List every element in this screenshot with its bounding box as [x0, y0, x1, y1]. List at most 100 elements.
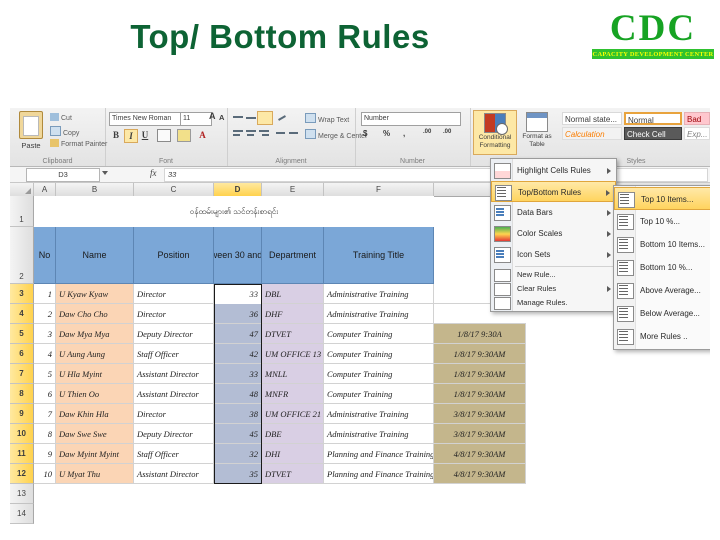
cell-age-r12[interactable]: 35 [214, 464, 262, 484]
cell-no-r9[interactable]: 7 [34, 404, 56, 424]
cf-menu-item-data-bars[interactable]: Data Bars [491, 202, 616, 223]
cell-no-r5[interactable]: 3 [34, 324, 56, 344]
cell-styles-gallery[interactable]: Normal state... Normal Bad Calculation C… [562, 110, 710, 154]
select-all-corner[interactable] [10, 183, 34, 196]
cell-age-r8[interactable]: 48 [214, 384, 262, 404]
cell-name-r3[interactable]: U Kyaw Kyaw [56, 284, 134, 304]
cell-name-r10[interactable]: Daw Swe Swe [56, 424, 134, 444]
decrease-indent-button[interactable] [275, 128, 287, 138]
cell-age-r6[interactable]: 42 [214, 344, 262, 364]
cell-name-r12[interactable]: U Myat Thu [56, 464, 134, 484]
cell-age-r11[interactable]: 32 [214, 444, 262, 464]
cell-position-r3[interactable]: Director [134, 284, 214, 304]
cell-department-r4[interactable]: DHF [262, 304, 324, 324]
cell-age-r4[interactable]: 36 [214, 304, 262, 324]
cell-position-r10[interactable]: Deputy Director [134, 424, 214, 444]
cell-training-title-r6[interactable]: Computer Training [324, 344, 434, 364]
cell-name-r9[interactable]: Daw Khin Hla [56, 404, 134, 424]
row-header-5[interactable]: 5 [10, 324, 34, 344]
cell-training-title-r12[interactable]: Planning and Finance Training [324, 464, 434, 484]
paste-button[interactable]: Paste [14, 111, 48, 151]
cf-submenu-item-above-average-[interactable]: Above Average... [614, 279, 710, 302]
decrease-decimal-button[interactable]: .00 [443, 129, 451, 135]
column-header-f[interactable]: F [324, 183, 434, 196]
cf-menu-item-highlight-cells-rules[interactable]: Highlight Cells Rules [491, 160, 616, 181]
column-title-name[interactable]: Name [56, 227, 134, 284]
cell-date-r6[interactable]: 1/8/17 9:30AM [434, 344, 526, 364]
grow-font-button[interactable]: A [209, 111, 216, 121]
row-header-10[interactable]: 10 [10, 424, 34, 444]
cell-department-r5[interactable]: DTVET [262, 324, 324, 344]
cell-date-r12[interactable]: 4/8/17 9:30AM [434, 464, 526, 484]
borders-icon[interactable] [157, 129, 171, 142]
cell-name-r6[interactable]: U Aung Aung [56, 344, 134, 364]
cell-position-r6[interactable]: Staff Officer [134, 344, 214, 364]
cf-submenu-item-top-10-items-[interactable]: Top 10 Items... [614, 187, 710, 210]
cell-date-r9[interactable]: 3/8/17 9:30AM [434, 404, 526, 424]
cell-name-r7[interactable]: U Hla Myint [56, 364, 134, 384]
cell-date-r5[interactable]: 1/8/17 9:30A [434, 324, 526, 344]
cell-name-r4[interactable]: Daw Cho Cho [56, 304, 134, 324]
cell-date-r7[interactable]: 1/8/17 9:30AM [434, 364, 526, 384]
cell-training-title-r10[interactable]: Administrative Training [324, 424, 434, 444]
fill-color-icon[interactable] [177, 129, 191, 142]
sheet-title-cell[interactable]: ဝန်ထမ်းများ၏ သင်တန်းစာရင်း [34, 196, 434, 228]
style-bad[interactable]: Bad [684, 112, 710, 125]
row-header-4[interactable]: 4 [10, 304, 34, 324]
style-normal-state[interactable]: Normal state... [562, 112, 622, 125]
cf-submenu-item-more-rules-[interactable]: More Rules .. [614, 325, 710, 348]
cell-date-r8[interactable]: 1/8/17 9:30AM [434, 384, 526, 404]
cf-menu-item-new-rule-[interactable]: New Rule... [491, 268, 616, 282]
cf-menu-item-icon-sets[interactable]: Icon Sets [491, 244, 616, 265]
row-header-6[interactable]: 6 [10, 344, 34, 364]
column-title-training-title[interactable]: Training Title [324, 227, 434, 284]
number-format-select[interactable]: Number [361, 112, 461, 126]
cell-age-r7[interactable]: 33 [214, 364, 262, 384]
column-header-e[interactable]: E [262, 183, 324, 196]
increase-indent-button[interactable] [288, 128, 300, 138]
shrink-font-button[interactable]: A [219, 113, 224, 122]
cell-department-r3[interactable]: DBL [262, 284, 324, 304]
cell-department-r7[interactable]: MNLL [262, 364, 324, 384]
cell-name-r8[interactable]: U Thien Oo [56, 384, 134, 404]
cf-submenu-item-bottom-10-items-[interactable]: Bottom 10 Items... [614, 233, 710, 256]
row-header-12[interactable]: 12 [10, 464, 34, 484]
cell-position-r7[interactable]: Assistant Director [134, 364, 214, 384]
cell-training-title-r4[interactable]: Administrative Training [324, 304, 434, 324]
percent-button[interactable]: % [383, 129, 390, 138]
cf-submenu-item-top-10-[interactable]: Top 10 %... [614, 210, 710, 233]
cell-name-r11[interactable]: Daw Myint Myint [56, 444, 134, 464]
wrap-text-button[interactable]: Wrap Text [305, 113, 349, 124]
format-as-table-button[interactable]: Format as Table [518, 110, 556, 153]
cell-date-r10[interactable]: 3/8/17 9:30AM [434, 424, 526, 444]
cf-menu-item-manage-rules-[interactable]: Manage Rules. [491, 296, 616, 310]
cell-position-r5[interactable]: Deputy Director [134, 324, 214, 344]
cell-position-r11[interactable]: Staff Officer [134, 444, 214, 464]
cell-training-title-r3[interactable]: Administrative Training [324, 284, 434, 304]
cell-no-r6[interactable]: 4 [34, 344, 56, 364]
font-name-input[interactable]: Times New Roman [109, 112, 183, 126]
comma-button[interactable]: , [403, 129, 405, 138]
name-box[interactable]: D3 [26, 168, 100, 182]
cf-submenu-item-bottom-10-[interactable]: Bottom 10 %... [614, 256, 710, 279]
cf-submenu-item-below-average-[interactable]: Below Average... [614, 302, 710, 325]
active-cell-d3[interactable]: 33 [214, 284, 262, 304]
copy-button[interactable]: Copy [50, 126, 79, 137]
cell-position-r4[interactable]: Director [134, 304, 214, 324]
column-header-a[interactable]: A [34, 183, 56, 196]
style-explanatory[interactable]: Exp... [684, 127, 710, 140]
chevron-down-icon[interactable] [102, 171, 108, 175]
style-normal[interactable]: Normal [624, 112, 682, 125]
cell-department-r11[interactable]: DHI [262, 444, 324, 464]
function-icon[interactable]: fx [150, 168, 157, 178]
cut-button[interactable]: Cut [50, 113, 72, 122]
column-header-c[interactable]: C [134, 183, 214, 196]
cell-department-r8[interactable]: MNFR [262, 384, 324, 404]
cell-date-r11[interactable]: 4/8/17 9:30AM [434, 444, 526, 464]
cell-no-r7[interactable]: 5 [34, 364, 56, 384]
cell-department-r9[interactable]: UM OFFICE 21 [262, 404, 324, 424]
cell-no-r11[interactable]: 9 [34, 444, 56, 464]
row-header-8[interactable]: 8 [10, 384, 34, 404]
cell-no-r3[interactable]: 1 [34, 284, 56, 304]
column-header-b[interactable]: B [56, 183, 134, 196]
